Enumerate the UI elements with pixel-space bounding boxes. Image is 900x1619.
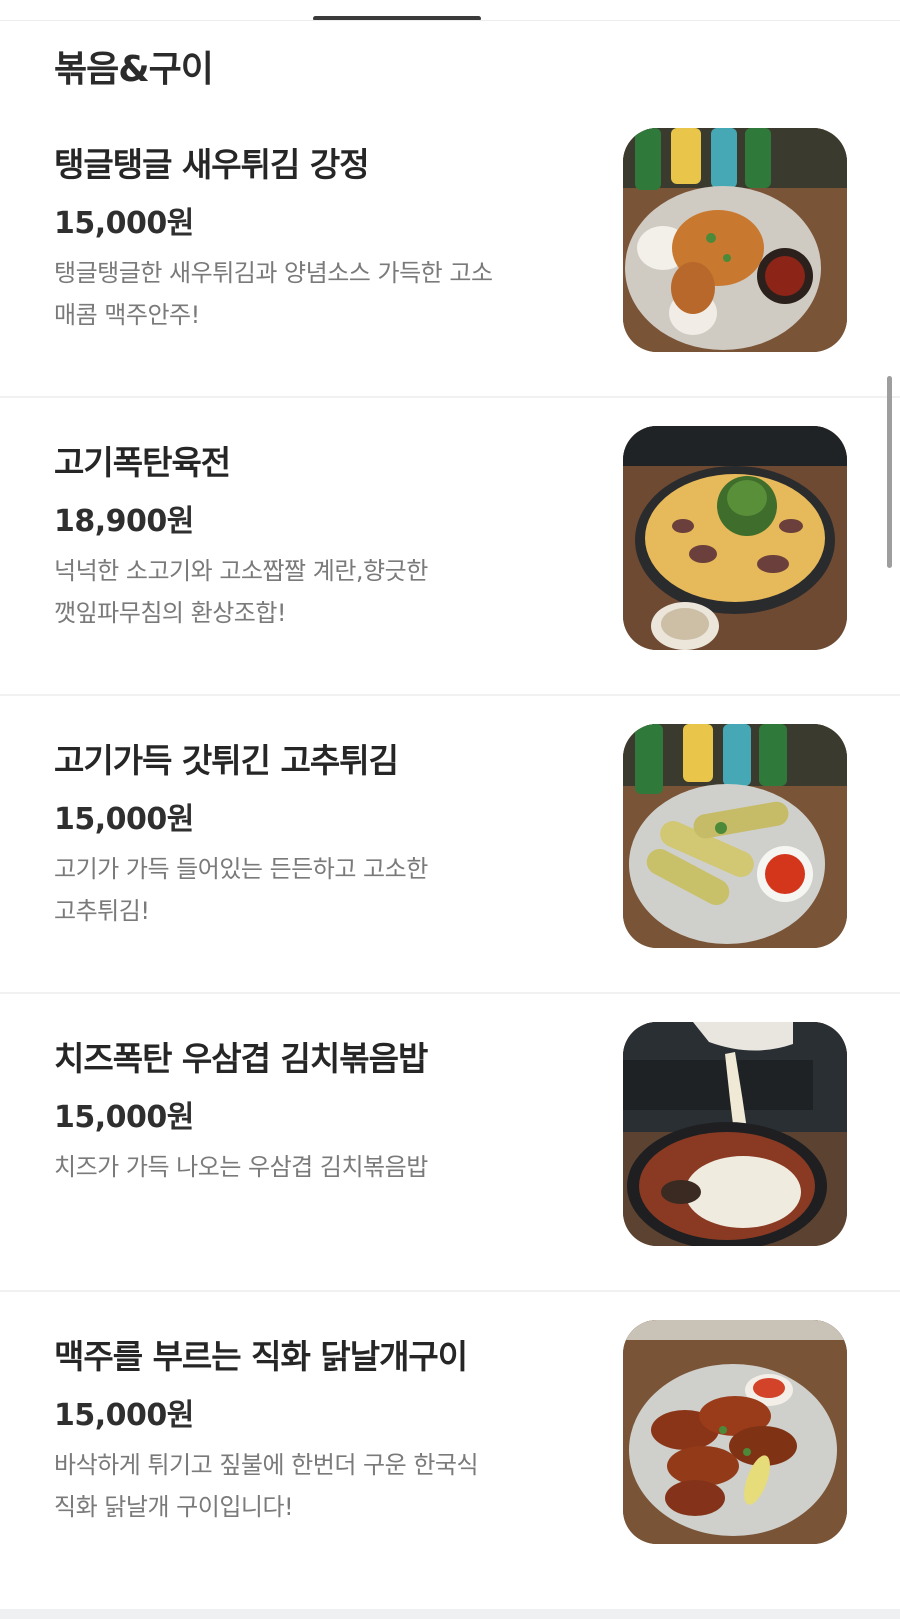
menu-item[interactable]: 맥주를 부르는 직화 닭날개구이 15,000원 바삭하게 튀기고 짚불에 한번… (0, 1292, 900, 1590)
menu-item[interactable]: 탱글탱글 새우튀김 강정 15,000원 탱글탱글한 새우튀김과 양념소스 가득… (0, 100, 900, 398)
menu-item-description: 고기가 가득 들어있는 든든하고 고소한 고추튀김! (54, 855, 428, 925)
menu-item-price: 18,900원 (54, 504, 194, 539)
fried-pepper-photo[interactable] (623, 724, 847, 948)
menu-page: 볶음&구이 탱글탱글 새우튀김 강정 15,000원 탱글탱글한 새우튀김과 양… (0, 0, 900, 1619)
grilled-wings-photo[interactable] (623, 1320, 847, 1544)
fried-shrimp-photo[interactable] (623, 128, 847, 352)
kimchi-fried-rice-photo[interactable] (623, 1022, 847, 1246)
divider (0, 20, 900, 21)
menu-item-description: 넉넉한 소고기와 고소짭짤 계란,향긋한 깻잎파무침의 환상조합! (54, 557, 428, 627)
scrollbar[interactable] (887, 376, 892, 568)
menu-item[interactable]: 치즈폭탄 우삼겹 김치볶음밥 15,000원 치즈가 가득 나오는 우삼겹 김치… (0, 994, 900, 1292)
menu-item-name: 고기폭탄육전 (54, 443, 231, 482)
menu-item-price: 15,000원 (54, 802, 194, 837)
menu-item-description: 바삭하게 튀기고 짚불에 한번더 구운 한국식 직화 닭날개 구이입니다! (54, 1451, 479, 1521)
menu-item-price: 15,000원 (54, 1100, 194, 1135)
bottom-edge (0, 1609, 900, 1619)
menu-item-name: 맥주를 부르는 직화 닭날개구이 (54, 1337, 468, 1376)
menu-item[interactable]: 고기가득 갓튀긴 고추튀김 15,000원 고기가 가득 들어있는 든든하고 고… (0, 696, 900, 994)
menu-item-name: 고기가득 갓튀긴 고추튀김 (54, 741, 399, 780)
menu-item-name: 치즈폭탄 우삼겹 김치볶음밥 (54, 1039, 428, 1078)
menu-item-price: 15,000원 (54, 206, 194, 241)
section-title: 볶음&구이 (54, 49, 214, 90)
menu-item-description: 탱글탱글한 새우튀김과 양념소스 가득한 고소 매콤 맥주안주! (54, 259, 493, 329)
menu-item[interactable]: 고기폭탄육전 18,900원 넉넉한 소고기와 고소짭짤 계란,향긋한 깻잎파무… (0, 398, 900, 696)
beef-jeon-photo[interactable] (623, 426, 847, 650)
menu-item-price: 15,000원 (54, 1398, 194, 1433)
menu-list: 탱글탱글 새우튀김 강정 15,000원 탱글탱글한 새우튀김과 양념소스 가득… (0, 100, 900, 1590)
menu-item-description: 치즈가 가득 나오는 우삼겹 김치볶음밥 (54, 1153, 428, 1181)
menu-item-name: 탱글탱글 새우튀김 강정 (54, 145, 370, 184)
